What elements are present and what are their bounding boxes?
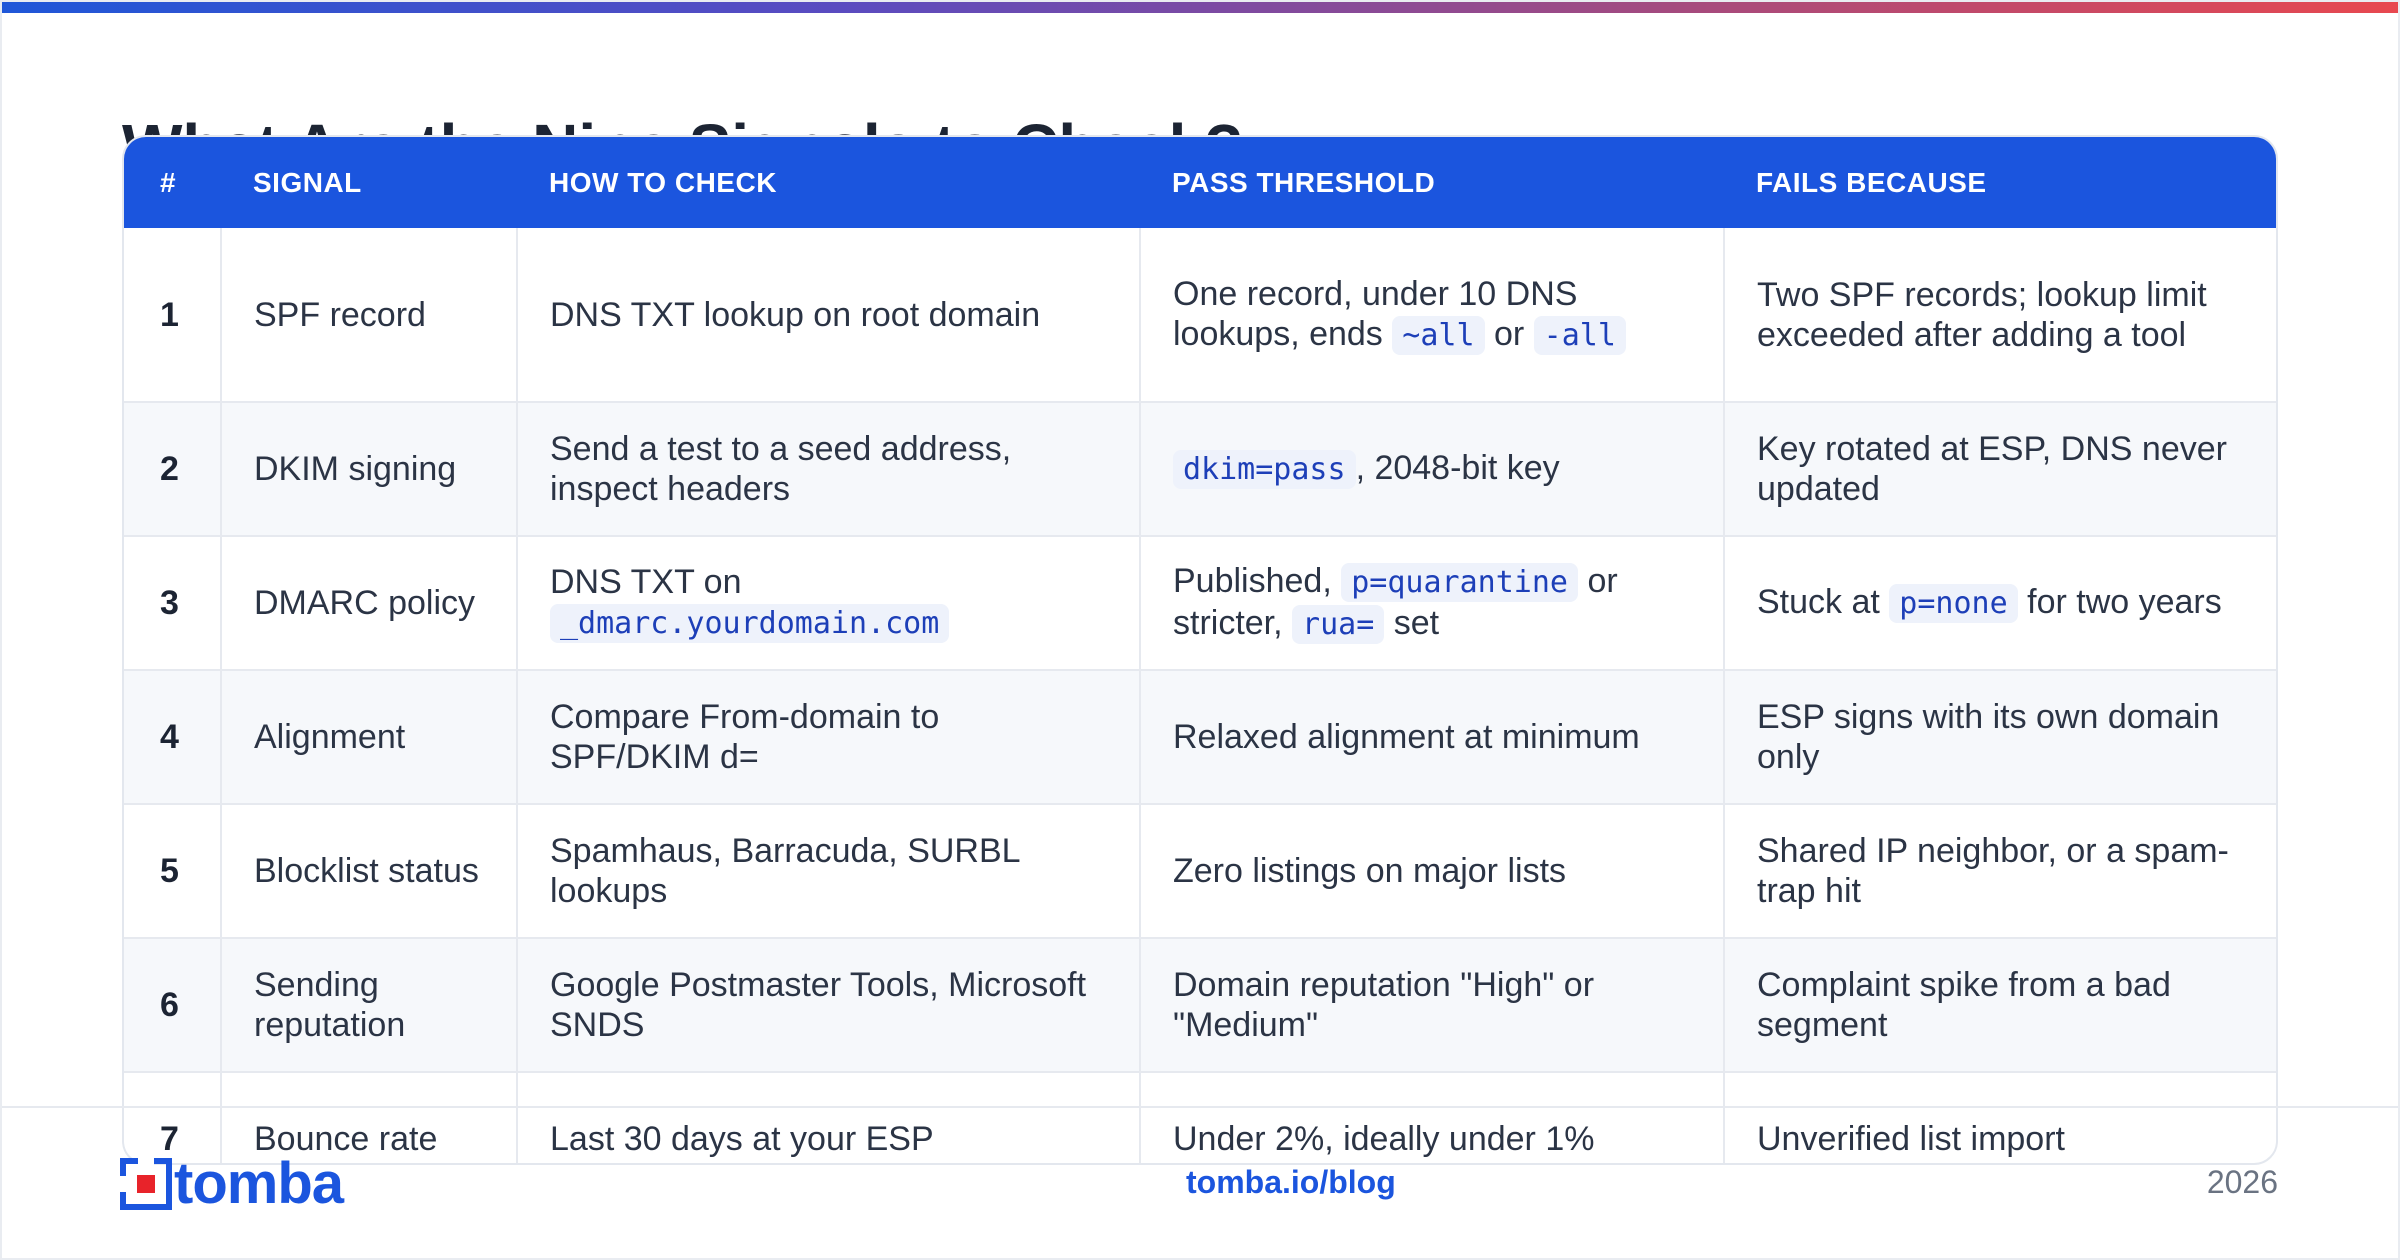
code-snippet: rua= <box>1292 605 1385 644</box>
table-row: 5 Blocklist status Spamhaus, Barracuda, … <box>124 804 2276 939</box>
how-to-check-cell: Last 30 days at your ESP <box>517 1072 1141 1163</box>
logo-wordmark: tomba <box>174 1151 344 1216</box>
pass-threshold-cell: One record, under 10 DNS lookups, ends ~… <box>1140 228 1725 403</box>
signal-cell: DKIM signing <box>221 402 518 537</box>
signal-cell: Blocklist status <box>221 804 518 939</box>
signal-cell: SPF record <box>221 228 518 403</box>
top-gradient-bar <box>0 0 2400 13</box>
signal-cell: DMARC policy <box>221 536 518 671</box>
tomba-logo-mark-icon <box>120 1158 172 1210</box>
table-row: 2 DKIM signing Send a test to a seed add… <box>124 402 2276 537</box>
how-to-check-cell: Google Postmaster Tools, Microsoft SNDS <box>517 938 1141 1073</box>
how-to-check-cell: Compare From-domain to SPF/DKIM d= <box>517 670 1141 805</box>
header-num: # <box>160 166 177 198</box>
pass-threshold-cell: Zero listings on major lists <box>1140 804 1725 939</box>
header-pass-threshold: PASS THRESHOLD <box>1172 166 1436 198</box>
pass-text: , 2048-bit key <box>1355 449 1560 487</box>
how-text: DNS TXT on <box>550 563 742 601</box>
how-to-check-cell: Spamhaus, Barracuda, SURBL lookups <box>517 804 1141 939</box>
header-signal: SIGNAL <box>253 166 362 198</box>
header-how-to-check: HOW TO CHECK <box>549 166 777 198</box>
tomba-logo[interactable]: tomba <box>120 1151 344 1216</box>
fails-because-cell: Complaint spike from a bad segment <box>1724 938 2276 1073</box>
row-number: 5 <box>124 804 222 939</box>
row-number: 1 <box>124 228 222 403</box>
code-snippet: _dmarc.yourdomain.com <box>550 604 950 643</box>
pass-text: Published, <box>1173 562 1332 600</box>
row-number: 3 <box>124 536 222 671</box>
pass-threshold-cell: dkim=pass, 2048-bit key <box>1140 402 1725 537</box>
signals-table: # SIGNAL HOW TO CHECK PASS THRESHOLD FAI… <box>124 137 2276 1163</box>
pass-text: set <box>1393 604 1440 642</box>
code-snippet: p=none <box>1889 584 2018 623</box>
footer-year: 2026 <box>2206 1164 2278 1200</box>
pass-threshold-cell: Domain reputation "High" or "Medium" <box>1140 938 1725 1073</box>
how-to-check-cell: Send a test to a seed address, inspect h… <box>517 402 1141 537</box>
code-snippet: ~all <box>1392 315 1485 355</box>
blog-link[interactable]: tomba.io/blog <box>1186 1164 1396 1201</box>
how-to-check-cell: DNS TXT on _dmarc.yourdomain.com <box>517 536 1141 671</box>
table-row: 1 SPF record DNS TXT lookup on root doma… <box>124 228 2276 403</box>
pass-threshold-cell: Under 2%, ideally under 1% <box>1140 1072 1725 1163</box>
footer-divider <box>0 1106 2400 1108</box>
code-snippet: dkim=pass <box>1173 450 1356 489</box>
fails-because-cell: Two SPF records; lookup limit exceeded a… <box>1724 228 2276 403</box>
row-number: 2 <box>124 402 222 537</box>
pass-text: or <box>1493 314 1525 353</box>
code-snippet: -all <box>1533 315 1626 355</box>
fails-text: for two years <box>2027 583 2222 621</box>
signal-cell: Sending reputation <box>221 938 518 1073</box>
table-row: 7 Bounce rate Last 30 days at your ESP U… <box>124 1072 2276 1163</box>
header-fails-because: FAILS BECAUSE <box>1756 166 1987 198</box>
row-number: 6 <box>124 938 222 1073</box>
table-row: 4 Alignment Compare From-domain to SPF/D… <box>124 670 2276 805</box>
code-snippet: p=quarantine <box>1341 563 1578 602</box>
pass-threshold-cell: Relaxed alignment at minimum <box>1140 670 1725 805</box>
fails-because-cell: Stuck at p=none for two years <box>1724 536 2276 671</box>
slide: What Are the Nine Signals to Check? # SI… <box>0 0 2400 1260</box>
table-header-row: # SIGNAL HOW TO CHECK PASS THRESHOLD FAI… <box>124 137 2276 228</box>
fails-text: Stuck at <box>1757 583 1880 621</box>
signals-table-card: # SIGNAL HOW TO CHECK PASS THRESHOLD FAI… <box>122 135 2278 1165</box>
fails-because-cell: Key rotated at ESP, DNS never updated <box>1724 402 2276 537</box>
row-number: 4 <box>124 670 222 805</box>
fails-because-cell: Shared IP neighbor, or a spam-trap hit <box>1724 804 2276 939</box>
signal-cell: Alignment <box>221 670 518 805</box>
fails-because-cell: Unverified list import <box>1724 1072 2276 1163</box>
pass-threshold-cell: Published, p=quarantine or stricter, rua… <box>1140 536 1725 671</box>
table-row: 6 Sending reputation Google Postmaster T… <box>124 938 2276 1073</box>
table-row: 3 DMARC policy DNS TXT on _dmarc.yourdom… <box>124 536 2276 671</box>
fails-because-cell: ESP signs with its own domain only <box>1724 670 2276 805</box>
how-to-check-cell: DNS TXT lookup on root domain <box>517 228 1141 403</box>
